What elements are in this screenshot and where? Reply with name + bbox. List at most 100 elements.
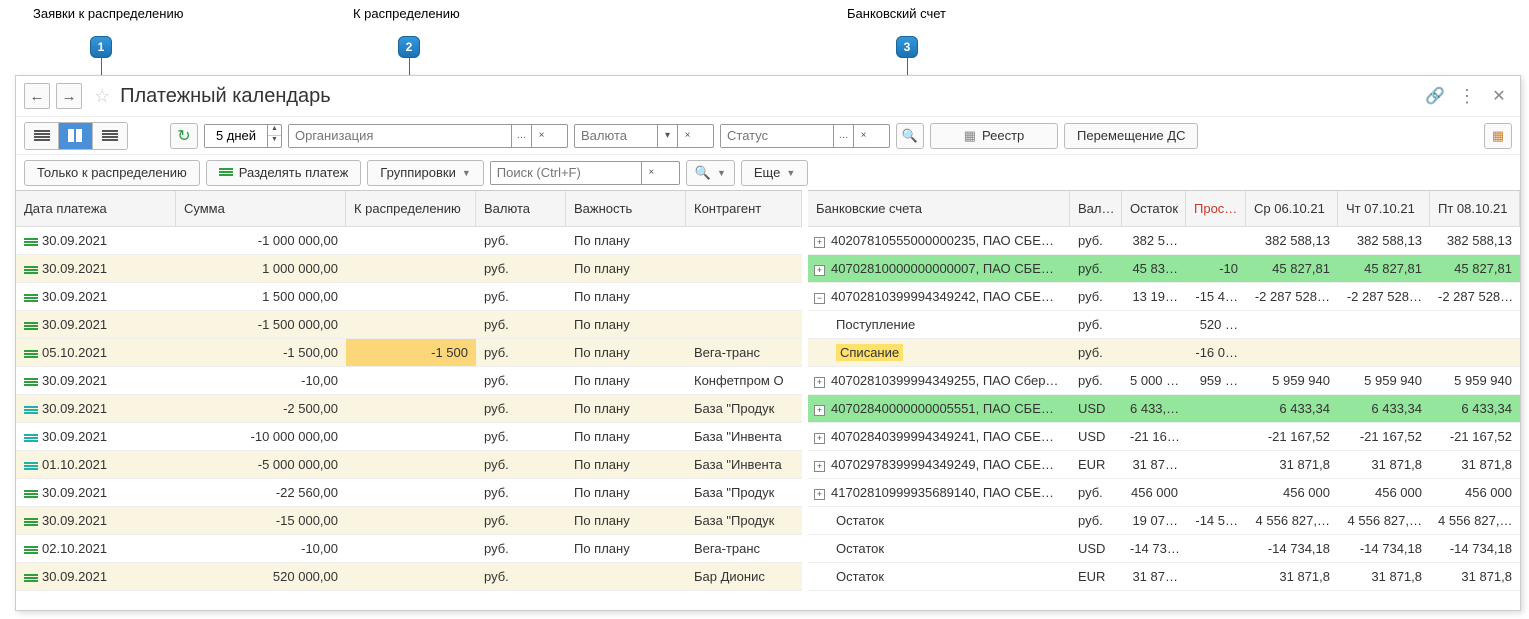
organization-input[interactable] (289, 125, 511, 147)
table-row[interactable]: 30.09.20211 500 000,00руб.По плану (16, 283, 802, 311)
more-menu-icon[interactable]: ⋮ (1454, 83, 1480, 109)
col-balance[interactable]: Остаток (1122, 191, 1186, 227)
refresh-button[interactable]: ↻ (170, 123, 198, 149)
callout-label-3: Банковский счет (847, 6, 946, 21)
table-row[interactable]: +40702840399994349241, ПАО СБЕ…USD-21 16… (808, 423, 1520, 451)
col-d3[interactable]: Пт 08.10.21 (1430, 191, 1520, 227)
split-payment-icon (219, 167, 233, 179)
col-curr[interactable]: Валюта (476, 191, 566, 227)
page-title: Платежный календарь (120, 85, 331, 108)
table-row[interactable]: Остатокруб.19 07…-14 5…4 556 827,…4 556 … (808, 507, 1520, 535)
days-up-icon[interactable]: ▲ (268, 125, 281, 136)
search-clear-icon[interactable]: × (641, 162, 661, 184)
col-d1[interactable]: Ср 06.10.21 (1246, 191, 1338, 227)
table-row[interactable]: −40702810399994349242, ПАО СБЕ…руб.13 19… (808, 283, 1520, 311)
expander-icon[interactable]: + (814, 265, 825, 276)
currency-clear-icon[interactable]: × (677, 125, 697, 147)
only-distribution-button[interactable]: Только к распределению (24, 160, 200, 186)
nav-forward-button[interactable]: → (56, 83, 82, 109)
currency-dropdown-icon[interactable]: ▾ (657, 125, 677, 147)
table-row[interactable]: ОстатокEUR31 87…31 871,831 871,831 871,8 (808, 563, 1520, 591)
search-combo[interactable]: × (490, 161, 680, 185)
split-payment-button[interactable]: Разделять платеж (206, 160, 362, 186)
col-account[interactable]: Банковские счета (808, 191, 1070, 227)
table-row[interactable]: 30.09.2021-22 560,00руб.По плануБаза "Пр… (16, 479, 802, 507)
table-row[interactable]: 02.10.2021-10,00руб.По плануВега-транс (16, 535, 802, 563)
table-row[interactable]: Поступлениеруб.520 … (808, 311, 1520, 339)
groupings-button[interactable]: Группировки ▼ (367, 160, 483, 186)
view-mode-segment (24, 122, 128, 150)
view-mode-3[interactable] (93, 123, 127, 149)
organization-ellipsis-icon[interactable]: … (511, 125, 531, 147)
status-ellipsis-icon[interactable]: … (833, 125, 853, 147)
table-row[interactable]: 01.10.2021-5 000 000,00руб.По плануБаза … (16, 451, 802, 479)
link-icon[interactable]: 🔗 (1422, 83, 1448, 109)
col-overdue[interactable]: Прос… (1186, 191, 1246, 227)
table-row[interactable]: +40702810399994349255, ПАО Сбер…руб.5 00… (808, 367, 1520, 395)
table-row[interactable]: 30.09.2021-10 000 000,00руб.По плануБаза… (16, 423, 802, 451)
row-type-icon (24, 545, 38, 555)
days-down-icon[interactable]: ▼ (268, 136, 281, 147)
table-row[interactable]: +41702810999935689140, ПАО СБЕ…руб.456 0… (808, 479, 1520, 507)
col-dist[interactable]: К распределению (346, 191, 476, 227)
status-clear-icon[interactable]: × (853, 125, 873, 147)
col-date[interactable]: Дата платежа (16, 191, 176, 227)
expander-icon[interactable]: − (814, 293, 825, 304)
table-row[interactable]: +40207810555000000235, ПАО СБЕ…руб.382 5… (808, 227, 1520, 255)
status-combo[interactable]: … × (720, 124, 890, 148)
col-counterparty[interactable]: Контрагент (686, 191, 802, 227)
col-importance[interactable]: Важность (566, 191, 686, 227)
registry-label: Реестр (982, 128, 1024, 143)
accounts-grid[interactable]: Банковские счета Вал… Остаток Прос… Ср 0… (808, 191, 1520, 591)
row-type-icon (24, 377, 38, 387)
organization-clear-icon[interactable]: × (531, 125, 551, 147)
find-button[interactable]: 🔍 ▼ (686, 160, 735, 186)
days-spinner[interactable]: ▲▼ (204, 124, 282, 148)
registry-button[interactable]: ▦ Реестр (930, 123, 1058, 149)
callout-label-2: К распределению (353, 6, 460, 21)
more-actions-button[interactable]: Еще ▼ (741, 160, 808, 186)
split-payment-label: Разделять платеж (239, 165, 349, 180)
table-row[interactable]: +40702840000000005551, ПАО СБЕ…USD6 433,… (808, 395, 1520, 423)
organization-combo[interactable]: … × (288, 124, 568, 148)
expander-icon[interactable]: + (814, 237, 825, 248)
table-row[interactable]: +40702810000000000007, ПАО СБЕ…руб.45 83… (808, 255, 1520, 283)
nav-back-button[interactable]: ← (24, 83, 50, 109)
col-rcurr[interactable]: Вал… (1070, 191, 1122, 227)
view-mode-2[interactable] (59, 123, 93, 149)
groupings-label: Группировки (380, 165, 456, 180)
table-row[interactable]: 30.09.2021-15 000,00руб.По плануБаза "Пр… (16, 507, 802, 535)
move-funds-button[interactable]: Перемещение ДС (1064, 123, 1198, 149)
accounts-pane: Банковские счета Вал… Остаток Прос… Ср 0… (808, 190, 1520, 610)
favorite-star-icon[interactable]: ☆ (94, 86, 110, 107)
expander-icon[interactable]: + (814, 433, 825, 444)
search-input[interactable] (491, 162, 641, 184)
currency-input[interactable] (575, 125, 657, 147)
expander-icon[interactable]: + (814, 405, 825, 416)
expander-icon[interactable]: + (814, 461, 825, 472)
expander-icon[interactable]: + (814, 377, 825, 388)
view-mode-1[interactable] (25, 123, 59, 149)
table-row[interactable]: 05.10.2021-1 500,00-1 500руб.По плануВег… (16, 339, 802, 367)
table-row[interactable]: 30.09.2021520 000,00руб.Бар Дионис (16, 563, 802, 591)
table-row[interactable]: ОстатокUSD-14 73…-14 734,18-14 734,18-14… (808, 535, 1520, 563)
currency-combo[interactable]: ▾ × (574, 124, 714, 148)
payments-grid[interactable]: Дата платежа Сумма К распределению Валют… (16, 191, 802, 591)
table-row[interactable]: Списаниеруб.-16 0… (808, 339, 1520, 367)
col-sum[interactable]: Сумма (176, 191, 346, 227)
row-type-icon (24, 433, 38, 443)
expander-icon[interactable]: + (814, 489, 825, 500)
table-row[interactable]: 30.09.2021-10,00руб.По плануКонфетпром О (16, 367, 802, 395)
table-row[interactable]: 30.09.20211 000 000,00руб.По плану (16, 255, 802, 283)
search-tool-button[interactable]: 🔍 (896, 123, 924, 149)
status-input[interactable] (721, 125, 833, 147)
row-type-icon (24, 321, 38, 331)
col-d2[interactable]: Чт 07.10.21 (1338, 191, 1430, 227)
calendar-tool-button[interactable]: ▦ (1484, 123, 1512, 149)
table-row[interactable]: 30.09.2021-1 000 000,00руб.По плану (16, 227, 802, 255)
table-row[interactable]: 30.09.2021-1 500 000,00руб.По плану (16, 311, 802, 339)
table-row[interactable]: +40702978399994349249, ПАО СБЕ…EUR31 87…… (808, 451, 1520, 479)
days-input[interactable] (205, 125, 267, 147)
close-icon[interactable]: ✕ (1486, 83, 1512, 109)
table-row[interactable]: 30.09.2021-2 500,00руб.По плануБаза "Про… (16, 395, 802, 423)
